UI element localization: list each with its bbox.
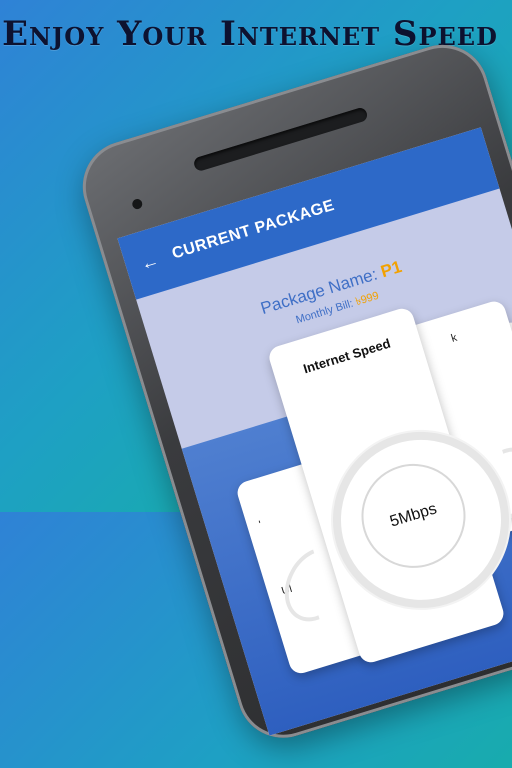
- front-camera: [131, 197, 144, 211]
- arrow-left-icon[interactable]: ←: [124, 245, 176, 279]
- app-bar-title: CURRENT PACKAGE: [170, 196, 337, 263]
- phone-body: ← CURRENT PACKAGE Package Name: P1 Month…: [71, 33, 512, 750]
- card-fragment-text: k: [449, 331, 459, 345]
- app-screen: ← CURRENT PACKAGE Package Name: P1 Month…: [117, 127, 512, 736]
- card-fragment-text: ': [257, 518, 264, 532]
- package-name-value: P1: [378, 257, 404, 282]
- internet-speed-title: Internet Speed: [301, 335, 393, 377]
- speaker-grille: [192, 106, 369, 173]
- phone-mockup: ← CURRENT PACKAGE Package Name: P1 Month…: [71, 4, 512, 768]
- speed-value: 5Mbps: [387, 500, 439, 531]
- monthly-bill-value: ৳999: [354, 289, 381, 309]
